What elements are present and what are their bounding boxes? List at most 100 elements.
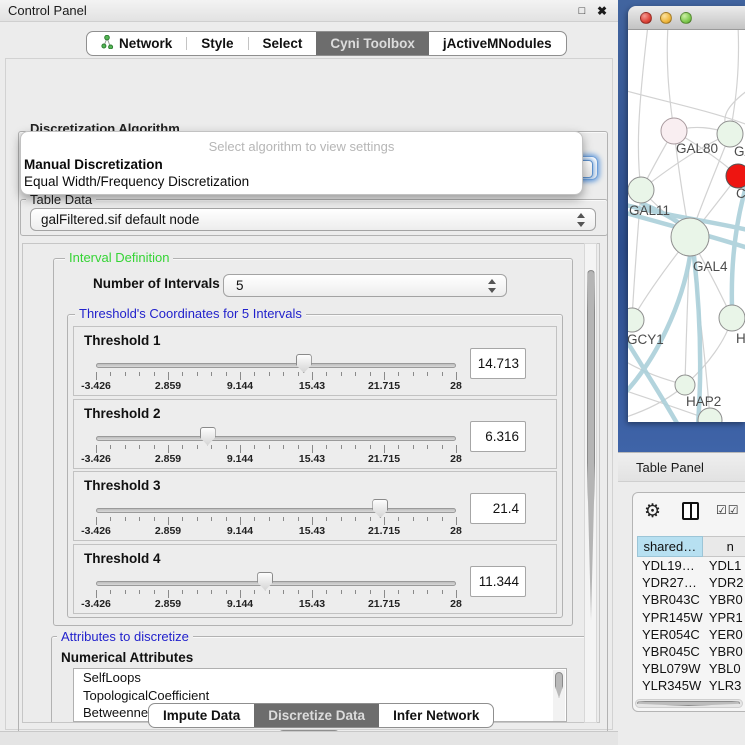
table-row[interactable]: YBL079WYBL0: [637, 660, 745, 677]
slider-thumb[interactable]: [257, 572, 273, 591]
tab-impute-data[interactable]: Impute Data: [149, 704, 254, 727]
slider-scale-label: 2.859: [155, 598, 181, 610]
scrollbar-thumb[interactable]: [587, 270, 595, 620]
network-node-gal4[interactable]: [671, 218, 709, 256]
threshold-value-field[interactable]: 6.316: [470, 421, 526, 452]
network-canvas[interactable]: GAL80GACGAL11GAL4GCY1HHAP2: [628, 30, 745, 422]
panel-title: Control Panel: [8, 3, 87, 18]
table-row[interactable]: YDL19…YDL1: [637, 557, 745, 574]
cell-name[interactable]: YLR3: [705, 677, 745, 694]
cell-shared-name[interactable]: YLR345W: [637, 677, 705, 694]
slider-thumb[interactable]: [372, 499, 388, 518]
cell-name[interactable]: YER0: [705, 626, 745, 643]
table-row[interactable]: YER054CYER0: [637, 626, 745, 643]
cell-name[interactable]: YDR2: [705, 574, 745, 591]
cell-shared-name[interactable]: YPR145W: [637, 609, 705, 626]
attribute-list-item[interactable]: SelfLoops: [74, 669, 566, 687]
tab-style[interactable]: Style: [187, 32, 247, 55]
cell-name[interactable]: YBR0: [705, 643, 745, 660]
slider-track[interactable]: [96, 581, 456, 586]
node-label: H: [736, 331, 745, 346]
tab-jactivemnodules[interactable]: jActiveMNodules: [429, 32, 566, 55]
slider-thumb[interactable]: [296, 354, 312, 373]
threshold-row: Threshold 2 -3.4262.8599.14415.4321.7152…: [73, 399, 557, 469]
float-window-icon[interactable]: □: [574, 0, 590, 22]
cell-shared-name[interactable]: YBL079W: [637, 660, 705, 677]
threshold-value-field[interactable]: 14.713: [470, 348, 526, 379]
mac-close-button[interactable]: [640, 12, 652, 24]
table-row[interactable]: YPR145WYPR1: [637, 609, 745, 626]
cell-name[interactable]: YPR1: [705, 609, 745, 626]
network-graph: GAL80GACGAL11GAL4GCY1HHAP2: [628, 30, 745, 422]
node-label: GA: [734, 144, 745, 159]
threshold-value-field[interactable]: 11.344: [470, 566, 526, 597]
node-label: C: [736, 186, 745, 201]
dropdown-item-equal-width-frequency[interactable]: Equal Width/Frequency Discretization: [21, 173, 582, 190]
tab-network[interactable]: Network: [87, 32, 186, 55]
table-row[interactable]: YBR043CYBR0: [637, 591, 745, 608]
tab-select[interactable]: Select: [249, 32, 317, 55]
threshold-value-field[interactable]: 21.4: [470, 493, 526, 524]
table-row[interactable]: YLR345WYLR3: [637, 677, 745, 694]
attribute-list-item[interactable]: TopologicalCoefficient: [74, 687, 566, 705]
slider-scale-label: 15.43: [299, 525, 325, 537]
node-label: GAL4: [693, 259, 728, 274]
threshold-label: Threshold 4: [84, 551, 161, 566]
cell-shared-name[interactable]: YDR27…: [637, 574, 705, 591]
network-node-hap2[interactable]: [675, 375, 695, 395]
mac-minimize-button[interactable]: [660, 12, 672, 24]
slider-scale-label: 2.859: [155, 525, 181, 537]
table-horizontal-scrollbar[interactable]: [635, 699, 743, 708]
slider-scale-label: 15.43: [299, 598, 325, 610]
slider-scale-label: 28: [450, 525, 462, 537]
settings-vertical-scrollbar[interactable]: [584, 243, 597, 723]
network-node[interactable]: [698, 408, 722, 422]
column-header-name[interactable]: n: [703, 536, 745, 557]
tab-label: Network: [119, 36, 172, 51]
column-layout-icon[interactable]: [682, 502, 699, 520]
interval-definition-title: Interval Definition: [65, 250, 173, 265]
tab-label: jActiveMNodules: [443, 36, 552, 51]
network-window-titlebar[interactable]: [628, 6, 745, 30]
slider-scale: -3.4262.8599.14415.4321.71528: [96, 380, 456, 392]
cell-shared-name[interactable]: YBR045C: [637, 643, 705, 660]
cell-name[interactable]: YDL1: [705, 557, 745, 574]
gear-icon[interactable]: ⚙: [644, 500, 661, 523]
dropdown-item-manual-discretization[interactable]: Manual Discretization: [21, 156, 582, 173]
network-node-gal11[interactable]: [628, 177, 654, 203]
spinner-arrows-icon[interactable]: [488, 279, 497, 293]
cell-name[interactable]: YBL0: [705, 660, 745, 677]
number-of-intervals-spinner[interactable]: 5: [223, 274, 507, 297]
combobox-arrows-icon[interactable]: [577, 213, 586, 227]
close-panel-icon[interactable]: ✖: [594, 0, 610, 22]
threshold-row: Threshold 1 -3.4262.8599.14415.4321.7152…: [73, 326, 557, 396]
network-icon: [101, 35, 114, 52]
table-data-combobox[interactable]: galFiltered.sif default node: [30, 208, 596, 231]
table-row[interactable]: YDR27…YDR2: [637, 574, 745, 591]
threshold-label: Threshold 3: [84, 478, 161, 493]
cell-name[interactable]: YBR0: [705, 591, 745, 608]
column-header-shared-name[interactable]: shared…: [637, 536, 703, 557]
slider-track[interactable]: [96, 436, 456, 441]
network-node-h[interactable]: [719, 305, 745, 331]
tab-infer-network[interactable]: Infer Network: [379, 704, 493, 727]
tab-cyni-toolbox[interactable]: Cyni Toolbox: [316, 32, 429, 55]
network-node-c[interactable]: [726, 164, 745, 188]
slider-scale-label: 28: [450, 598, 462, 610]
cell-shared-name[interactable]: YER054C: [637, 626, 705, 643]
mac-zoom-button[interactable]: [680, 12, 692, 24]
checkbox-icons[interactable]: ☑☑: [716, 503, 740, 517]
cell-shared-name[interactable]: YBR043C: [637, 591, 705, 608]
cell-shared-name[interactable]: YDL19…: [637, 557, 705, 574]
slider-track[interactable]: [96, 508, 456, 513]
scrollbar-thumb[interactable]: [555, 672, 563, 698]
table-row[interactable]: YBR045CYBR0: [637, 643, 745, 660]
table-panel-title: Table Panel: [636, 460, 704, 475]
slider-thumb[interactable]: [200, 427, 216, 446]
tab-discretize-data[interactable]: Discretize Data: [254, 704, 379, 727]
table-header-row: shared… n: [637, 536, 745, 557]
slider-track[interactable]: [96, 363, 456, 368]
attributes-scrollbar[interactable]: [553, 670, 565, 722]
scrollbar-thumb[interactable]: [637, 701, 740, 706]
network-node-gcy1[interactable]: [628, 308, 644, 332]
